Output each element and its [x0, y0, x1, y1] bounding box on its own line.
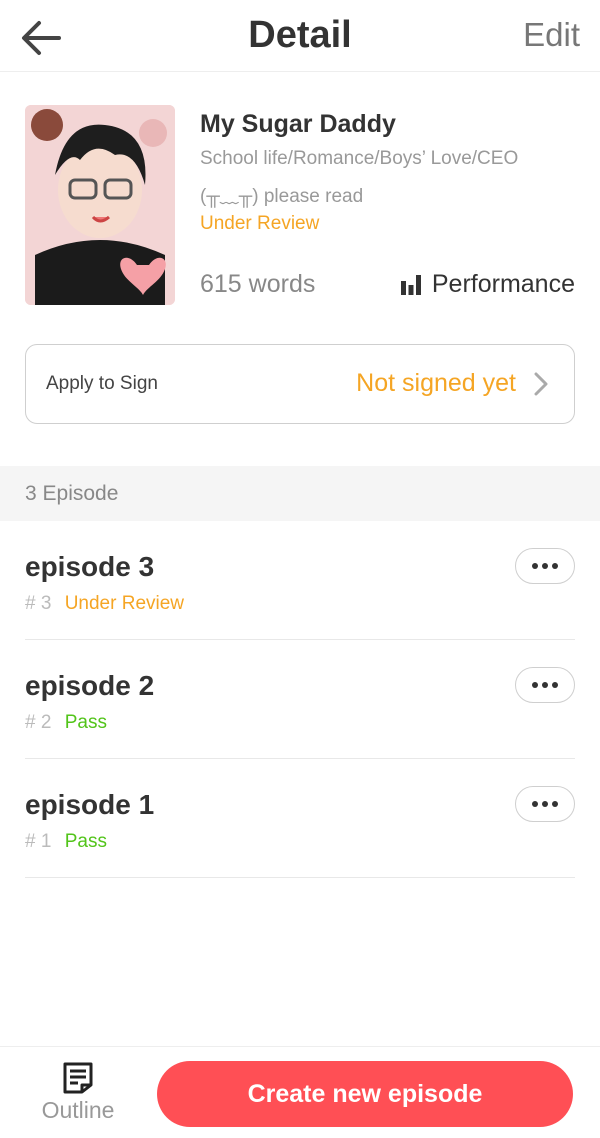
- word-count: 615 words: [200, 270, 316, 298]
- apply-label: Apply to Sign: [46, 373, 158, 394]
- episode-number: # 1: [25, 831, 52, 852]
- more-dots-icon: [532, 801, 538, 807]
- book-status: Under Review: [200, 213, 320, 234]
- episode-meta: # 1 Pass: [25, 831, 107, 853]
- episode-status: Pass: [64, 712, 107, 733]
- more-options-button[interactable]: [515, 548, 575, 584]
- episode-item[interactable]: episode 2 # 2 Pass: [25, 640, 575, 759]
- performance-label: Performance: [431, 270, 575, 298]
- episode-item[interactable]: episode 1 # 1 Pass: [25, 759, 575, 878]
- header: Detail Edit: [0, 0, 600, 72]
- episode-status: Under Review: [64, 593, 185, 614]
- episode-meta: # 2 Pass: [25, 712, 107, 734]
- cover-illustration: [25, 105, 175, 305]
- apply-to-sign-card[interactable]: Apply to Sign Not signed yet: [25, 344, 575, 424]
- episode-status: Pass: [64, 831, 107, 852]
- episode-item[interactable]: episode 3 # 3 Under Review: [25, 521, 575, 640]
- episode-number: # 3: [25, 593, 52, 614]
- more-options-button[interactable]: [515, 667, 575, 703]
- episode-meta: # 3 Under Review: [25, 593, 184, 615]
- book-cover-image[interactable]: [25, 105, 175, 305]
- episode-number: # 2: [25, 712, 52, 733]
- episode-title: episode 3: [25, 551, 155, 582]
- create-episode-button[interactable]: Create new episode: [157, 1061, 573, 1127]
- bar-chart-icon: [400, 274, 421, 295]
- edit-button[interactable]: Edit: [523, 16, 580, 54]
- book-genres: School life/Romance/Boys’ Love/CEO: [200, 148, 519, 169]
- app-screen: Detail Edit My Sugar Daddy School life/R…: [0, 0, 600, 1138]
- episode-count-bar: 3 Episode: [0, 466, 600, 521]
- outline-label: Outline: [41, 1097, 115, 1123]
- chevron-right-icon: [534, 372, 548, 396]
- more-dots-icon: [532, 682, 538, 688]
- bottom-bar: Outline Create new episode: [0, 1046, 600, 1138]
- episode-title: episode 2: [25, 670, 155, 701]
- episode-title: episode 1: [25, 789, 155, 820]
- book-description: (╥﹏╥) please read: [200, 186, 364, 207]
- more-options-button[interactable]: [515, 786, 575, 822]
- more-dots-icon: [532, 563, 538, 569]
- sign-status: Not signed yet: [356, 369, 516, 397]
- book-title: My Sugar Daddy: [200, 110, 396, 138]
- outline-document-icon: [63, 1062, 93, 1094]
- performance-button[interactable]: Performance: [400, 270, 575, 299]
- episode-count: 3 Episode: [25, 482, 119, 505]
- outline-button[interactable]: Outline: [30, 1061, 126, 1131]
- page-title: Detail: [248, 14, 352, 56]
